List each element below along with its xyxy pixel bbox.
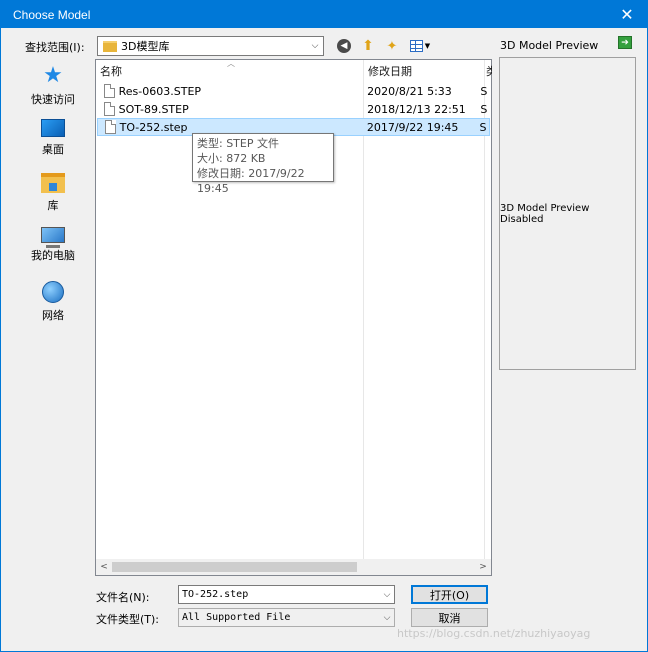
place-desktop[interactable]: 桌面 (21, 115, 85, 169)
cancel-button[interactable]: 取消 (411, 608, 488, 627)
preview-message: 3D Model Preview Disabled (500, 202, 590, 225)
folder-icon (103, 40, 117, 52)
lookin-dropdown[interactable]: 3D模型库 ⌵ (97, 36, 324, 56)
preview-toggle-button[interactable]: ➔ (618, 36, 632, 49)
place-network[interactable]: 网络 (21, 277, 85, 331)
choose-model-dialog: Choose Model ✕ 查找范围(I): 3D模型库 ⌵ ◀ ⬆ ✦ ▼ … (0, 0, 648, 652)
close-button[interactable]: ✕ (607, 1, 647, 28)
places-bar: ★ 快速访问 桌面 库 我的电脑 网络 (21, 61, 85, 331)
place-quick-access[interactable]: ★ 快速访问 (21, 61, 85, 115)
place-label: 库 (47, 199, 59, 212)
column-header-type[interactable]: 类 (486, 60, 492, 82)
lookin-value: 3D模型库 (121, 40, 170, 53)
up-folder-icon: ⬆ (362, 38, 374, 54)
watermark-text: https://blog.csdn.net/zhuzhiyaoyag (397, 627, 591, 640)
view-menu-button[interactable]: ▼ (407, 37, 433, 55)
back-button[interactable]: ◀ (335, 37, 353, 55)
window-title: Choose Model (13, 7, 91, 22)
file-name: TO-252.step (119, 120, 188, 134)
network-icon (42, 281, 64, 303)
place-library[interactable]: 库 (21, 169, 85, 223)
filename-label: 文件名(N): (96, 591, 150, 604)
file-row[interactable]: SOT-89.STEP 2018/12/13 22:51 S (97, 100, 490, 118)
lookin-label: 查找范围(I): (25, 41, 85, 54)
tooltip-size: 大小: 872 KB (197, 152, 266, 165)
place-label: 我的电脑 (31, 249, 75, 262)
preview-pane: 3D Model Preview Disabled (499, 57, 636, 370)
open-button[interactable]: 打开(O) (411, 585, 488, 604)
scroll-right-button[interactable]: > (475, 559, 491, 575)
library-icon (41, 173, 65, 193)
quick-access-icon: ★ (43, 63, 63, 88)
file-icon (104, 102, 115, 116)
file-row[interactable]: Res-0603.STEP 2020/8/21 5:33 S (97, 82, 490, 100)
file-info-tooltip: 类型: STEP 文件 大小: 872 KB 修改日期: 2017/9/22 1… (192, 133, 334, 195)
filetype-label: 文件类型(T): (96, 613, 160, 626)
scroll-track[interactable] (112, 559, 475, 575)
dropdown-arrow-icon: ▼ (424, 42, 431, 50)
new-folder-icon: ✦ (386, 38, 398, 54)
filename-input[interactable]: TO-252.step ⌵ (178, 585, 395, 604)
file-date: 2017/9/22 19:45 (366, 120, 459, 134)
chevron-down-icon[interactable]: ⌵ (380, 590, 394, 600)
back-icon: ◀ (337, 39, 351, 53)
file-type: S (479, 120, 487, 134)
filename-value: TO-252.step (182, 589, 249, 600)
horizontal-scrollbar[interactable]: < > (96, 559, 491, 575)
file-name: Res-0603.STEP (118, 84, 202, 98)
preview-label: 3D Model Preview (500, 39, 599, 52)
desktop-icon (41, 119, 65, 137)
file-icon (105, 120, 116, 134)
scroll-thumb[interactable] (112, 562, 357, 572)
computer-icon (41, 227, 65, 248)
tooltip-modified: 修改日期: 2017/9/22 19:45 (197, 167, 305, 195)
column-header-name[interactable]: 名称 (100, 60, 362, 82)
file-date: 2018/12/13 22:51 (367, 102, 466, 116)
place-label: 快速访问 (31, 93, 75, 106)
file-name: SOT-89.STEP (118, 102, 189, 116)
up-folder-button[interactable]: ⬆ (359, 37, 377, 55)
new-folder-button[interactable]: ✦ (383, 37, 401, 55)
filetype-select[interactable]: All Supported File ⌵ (178, 608, 395, 627)
file-type: S (480, 84, 488, 98)
tooltip-type: 类型: STEP 文件 (197, 137, 279, 150)
view-grid-icon (409, 40, 423, 52)
file-type: S (480, 102, 488, 116)
column-header-date[interactable]: 修改日期 (368, 60, 484, 82)
file-icon (104, 84, 115, 98)
place-computer[interactable]: 我的电脑 (21, 223, 85, 277)
place-label: 网络 (42, 309, 64, 322)
file-date: 2020/8/21 5:33 (367, 84, 452, 98)
chevron-down-icon: ⌵ (383, 612, 391, 623)
filetype-value: All Supported File (182, 612, 291, 623)
folder-toolbar: ◀ ⬆ ✦ ▼ (335, 37, 433, 55)
chevron-down-icon: ⌵ (311, 41, 319, 51)
title-bar: Choose Model ✕ (1, 1, 647, 28)
scroll-left-button[interactable]: < (96, 559, 112, 575)
place-label: 桌面 (42, 143, 64, 156)
